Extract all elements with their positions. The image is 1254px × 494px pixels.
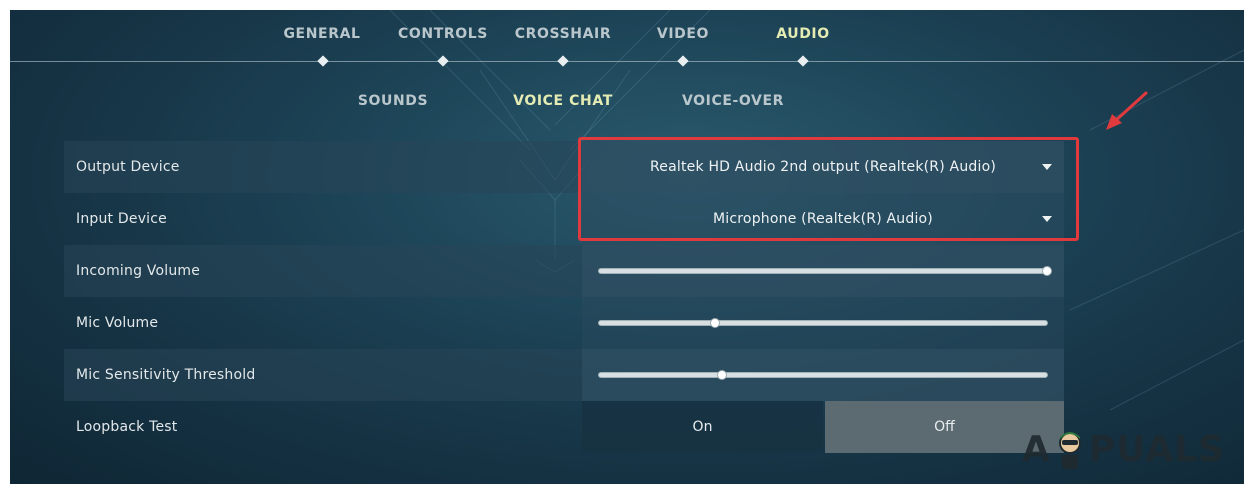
row-output-device: Output Device Realtek HD Audio 2nd outpu… <box>64 141 1064 193</box>
subtab-voice-chat[interactable]: VOICE CHAT <box>493 93 633 113</box>
tab-video[interactable]: VIDEO <box>623 26 743 48</box>
incoming-volume-slider[interactable] <box>598 266 1052 276</box>
tab-audio[interactable]: AUDIO <box>743 26 863 48</box>
mic-sensitivity-label: Mic Sensitivity Threshold <box>76 367 256 383</box>
tab-crosshair[interactable]: CROSSHAIR <box>503 26 623 48</box>
watermark-logo: A PUALS <box>1022 424 1236 474</box>
input-device-value: Microphone (Realtek(R) Audio) <box>713 211 933 227</box>
input-device-dropdown[interactable]: Microphone (Realtek(R) Audio) <box>582 193 1064 245</box>
tab-marker-controls <box>437 55 449 67</box>
chevron-down-icon <box>1042 164 1052 170</box>
tab-general[interactable]: GENERAL <box>262 26 382 48</box>
tab-marker-crosshair <box>557 55 569 67</box>
mic-sensitivity-slider[interactable] <box>598 370 1048 380</box>
output-device-value: Realtek HD Audio 2nd output (Realtek(R) … <box>650 159 996 175</box>
settings-window: GENERAL CONTROLS CROSSHAIR VIDEO AUDIO S… <box>10 10 1244 484</box>
watermark-text-left: A <box>1022 428 1051 470</box>
row-input-device: Input Device Microphone (Realtek(R) Audi… <box>64 193 1064 245</box>
row-incoming-volume: Incoming Volume <box>64 245 1064 297</box>
output-device-control: Realtek HD Audio 2nd output (Realtek(R) … <box>582 141 1064 193</box>
incoming-volume-label: Incoming Volume <box>76 263 201 279</box>
loopback-test-control: On Off <box>582 401 1064 453</box>
tab-marker-video <box>677 55 689 67</box>
incoming-volume-control <box>582 245 1064 297</box>
mic-volume-control <box>582 297 1064 349</box>
mic-sensitivity-slider-thumb[interactable] <box>717 370 728 380</box>
loopback-test-label: Loopback Test <box>76 419 178 435</box>
annotation-arrow-icon <box>1106 91 1148 130</box>
output-device-label: Output Device <box>76 159 180 175</box>
tab-marker-general <box>317 55 329 67</box>
row-mic-sensitivity: Mic Sensitivity Threshold <box>64 349 1064 401</box>
tab-controls[interactable]: CONTROLS <box>383 26 503 48</box>
tab-marker-audio <box>797 55 809 67</box>
input-device-control: Microphone (Realtek(R) Audio) <box>582 193 1064 245</box>
incoming-volume-slider-thumb[interactable] <box>1042 266 1052 276</box>
mascot-icon <box>1053 429 1087 469</box>
row-loopback-test: Loopback Test On Off <box>64 401 1064 453</box>
output-device-dropdown[interactable]: Realtek HD Audio 2nd output (Realtek(R) … <box>582 141 1064 193</box>
row-mic-volume: Mic Volume <box>64 297 1064 349</box>
chevron-down-icon <box>1042 216 1052 222</box>
mic-sensitivity-control <box>582 349 1064 401</box>
loopback-on-button[interactable]: On <box>582 401 823 453</box>
mic-volume-slider[interactable] <box>598 318 1048 328</box>
mic-volume-label: Mic Volume <box>76 315 159 331</box>
subtab-sounds[interactable]: SOUNDS <box>323 93 463 113</box>
input-device-label: Input Device <box>76 211 167 227</box>
nav-divider <box>10 61 1244 62</box>
mic-volume-slider-thumb[interactable] <box>710 318 721 328</box>
watermark-text-right: PUALS <box>1088 428 1226 470</box>
subtab-voice-over[interactable]: VOICE-OVER <box>663 93 803 113</box>
